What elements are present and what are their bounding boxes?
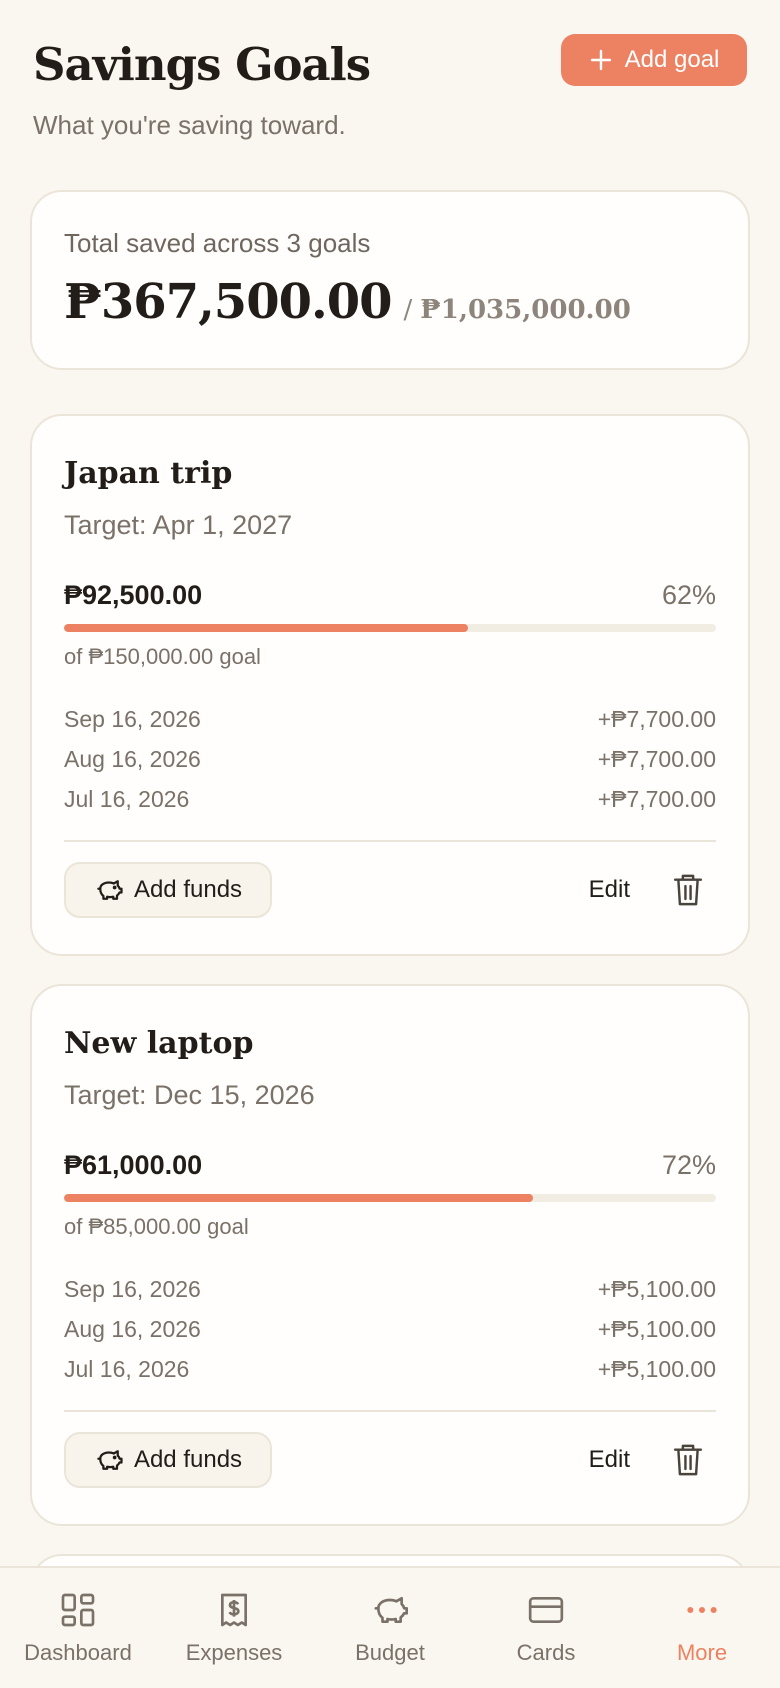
savings-summary-card: Total saved across 3 goals ₱367,500.00 /… xyxy=(30,190,750,370)
contribution-date: Jul 16, 2026 xyxy=(64,786,190,812)
edit-goal-button[interactable]: Edit xyxy=(589,876,630,904)
goal-name: Japan trip xyxy=(64,456,233,491)
nav-item-dashboard[interactable]: Dashboard xyxy=(0,1568,156,1688)
goal-target-date: Target: Apr 1, 2027 xyxy=(64,510,293,540)
summary-label: Total saved across 3 goals xyxy=(64,228,371,258)
summary-target: ₱1,035,000.00 xyxy=(420,295,631,325)
nav-label: Expenses xyxy=(185,1640,283,1665)
contribution-history: Sep 16, 2026 +₱7,700.00 Aug 16, 2026 +₱7… xyxy=(64,706,716,826)
page-subtitle: What you're saving toward. xyxy=(33,110,346,140)
nav-item-more[interactable]: More xyxy=(624,1568,780,1688)
divider xyxy=(64,840,716,842)
goal-card: Japan trip Target: Apr 1, 2027 ₱92,500.0… xyxy=(30,414,750,956)
contribution-amount: +₱5,100.00 xyxy=(597,1356,716,1382)
goal-progress-fill xyxy=(64,624,469,632)
contribution-amount: +₱7,700.00 xyxy=(597,746,716,772)
add-funds-button[interactable]: Add funds xyxy=(64,1432,272,1488)
nav-label: More xyxy=(676,1640,728,1665)
nav-label: Dashboard xyxy=(24,1640,132,1665)
contribution-date: Aug 16, 2026 xyxy=(64,1316,201,1342)
page-header: Savings Goals What you're saving toward.… xyxy=(33,30,747,150)
summary-amounts: ₱367,500.00 / ₱1,035,000.00 xyxy=(64,274,631,330)
contribution-date: Jul 16, 2026 xyxy=(64,1356,190,1382)
goal-saved-amount: ₱61,000.00 xyxy=(64,1150,203,1180)
bottom-nav: Dashboard Expenses Budget Cards More xyxy=(0,1566,780,1688)
edit-goal-button[interactable]: Edit xyxy=(589,1446,630,1474)
nav-item-expenses[interactable]: Expenses xyxy=(156,1568,312,1688)
goal-progress-fill xyxy=(64,1194,534,1202)
nav-item-budget[interactable]: Budget xyxy=(312,1568,468,1688)
add-funds-label: Add funds xyxy=(133,876,243,903)
contribution-date: Sep 16, 2026 xyxy=(64,706,201,732)
piggy-bank-icon xyxy=(97,1450,123,1470)
contribution-history: Sep 16, 2026 +₱5,100.00 Aug 16, 2026 +₱5… xyxy=(64,1276,716,1396)
goal-target-amount: of ₱150,000.00 goal xyxy=(64,644,261,669)
nav-item-cards[interactable]: Cards xyxy=(468,1568,624,1688)
contribution-row: Aug 16, 2026 +₱7,700.00 xyxy=(64,746,716,786)
goal-progress-bar xyxy=(64,624,716,632)
trash-icon[interactable] xyxy=(672,1442,704,1478)
contribution-amount: +₱5,100.00 xyxy=(597,1316,716,1342)
summary-separator: / xyxy=(403,295,413,325)
page-title: Savings Goals xyxy=(33,38,371,91)
goal-progress-bar xyxy=(64,1194,716,1202)
contribution-date: Sep 16, 2026 xyxy=(64,1276,201,1302)
contribution-row: Aug 16, 2026 +₱5,100.00 xyxy=(64,1316,716,1356)
goal-card: New laptop Target: Dec 15, 2026 ₱61,000.… xyxy=(30,984,750,1526)
contribution-amount: +₱7,700.00 xyxy=(597,786,716,812)
add-goal-label: Add goal xyxy=(624,46,720,73)
nav-label: Budget xyxy=(355,1640,425,1665)
add-funds-label: Add funds xyxy=(133,1446,243,1473)
goal-percent: 62% xyxy=(661,580,716,610)
divider xyxy=(64,1410,716,1412)
add-funds-button[interactable]: Add funds xyxy=(64,862,272,918)
add-goal-button[interactable]: Add goal xyxy=(561,34,747,86)
contribution-row: Jul 16, 2026 +₱5,100.00 xyxy=(64,1356,716,1396)
goal-percent: 72% xyxy=(661,1150,716,1180)
receipt-icon xyxy=(221,1593,247,1627)
plus-icon xyxy=(590,49,611,71)
goal-saved-amount: ₱92,500.00 xyxy=(64,580,203,610)
contribution-row: Sep 16, 2026 +₱7,700.00 xyxy=(64,706,716,746)
nav-label: Cards xyxy=(516,1640,576,1665)
contribution-amount: +₱5,100.00 xyxy=(597,1276,716,1302)
piggy-bank-icon xyxy=(97,880,123,900)
card-icon xyxy=(528,1597,564,1623)
goal-name: New laptop xyxy=(64,1026,254,1061)
trash-icon[interactable] xyxy=(672,872,704,908)
more-icon xyxy=(687,1607,717,1613)
contribution-date: Aug 16, 2026 xyxy=(64,746,201,772)
summary-total: ₱367,500.00 xyxy=(64,274,393,330)
dashboard-icon xyxy=(61,1593,95,1627)
goal-target-amount: of ₱85,000.00 goal xyxy=(64,1214,249,1239)
goal-target-date: Target: Dec 15, 2026 xyxy=(64,1080,315,1110)
contribution-row: Sep 16, 2026 +₱5,100.00 xyxy=(64,1276,716,1316)
contribution-amount: +₱7,700.00 xyxy=(597,706,716,732)
contribution-row: Jul 16, 2026 +₱7,700.00 xyxy=(64,786,716,826)
piggy-bank-icon xyxy=(374,1597,408,1623)
